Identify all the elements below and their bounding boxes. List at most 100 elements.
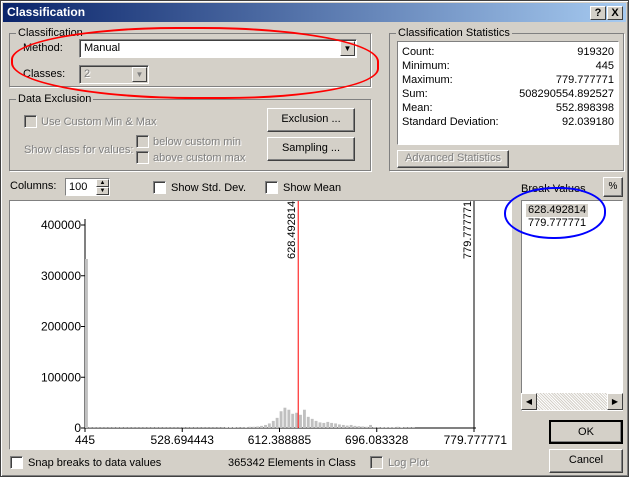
histogram-bar xyxy=(275,417,279,428)
percent-button[interactable]: % xyxy=(603,177,623,197)
show-std-dev-checkbox[interactable] xyxy=(153,181,166,194)
histogram-bar xyxy=(283,407,287,428)
y-tick-label: 200000 xyxy=(41,320,81,334)
histogram-bar xyxy=(240,427,244,428)
spin-down-icon[interactable]: ▼ xyxy=(96,187,109,195)
method-label: Method: xyxy=(23,42,63,54)
break-values-list[interactable]: 628.492814 779.777771 xyxy=(521,200,623,411)
log-plot-checkbox[interactable] xyxy=(370,456,383,469)
histogram-bar xyxy=(341,424,345,428)
histogram-bar xyxy=(252,426,256,428)
columns-spinner[interactable]: 100 ▲ ▼ xyxy=(65,178,110,196)
histogram-bar xyxy=(244,427,248,428)
histogram-bar xyxy=(236,427,240,428)
histogram-bar xyxy=(326,421,330,428)
histogram-bar xyxy=(373,427,376,428)
title-bar: Classification ? X xyxy=(3,3,626,22)
histogram-bar xyxy=(256,426,260,428)
method-dropdown[interactable]: Manual ▼ xyxy=(79,39,357,58)
histogram-bar xyxy=(306,416,310,428)
histogram-bar xyxy=(299,414,302,428)
histogram-bar xyxy=(322,422,326,428)
y-tick-label: 400000 xyxy=(41,218,81,232)
snap-breaks-label: Snap breaks to data values xyxy=(28,457,162,469)
histogram-bar xyxy=(388,427,392,428)
above-custom-max-checkbox[interactable] xyxy=(136,151,149,164)
columns-value: 100 xyxy=(69,181,88,193)
stat-row-std-dev: Standard Deviation: 92.039180 xyxy=(402,115,614,129)
break-values-title: Break Values xyxy=(521,183,586,195)
stat-label: Count: xyxy=(402,46,435,58)
x-tick-label: 779.777771 xyxy=(444,433,508,447)
histogram-bar xyxy=(357,426,361,428)
stat-label: Maximum: xyxy=(402,74,453,86)
stat-value: 508290554.892527 xyxy=(519,88,614,100)
histogram-chart[interactable]: 4000003000002000001000000445 528.694443 61… xyxy=(10,201,511,449)
stat-label: Mean: xyxy=(402,102,433,114)
snap-breaks-checkbox[interactable] xyxy=(10,456,23,469)
use-custom-label: Use Custom Min & Max xyxy=(41,116,157,128)
scroll-right-icon[interactable]: ▶ xyxy=(607,393,623,410)
histogram-bar xyxy=(334,423,338,428)
break-value-item[interactable]: 779.777771 xyxy=(526,217,588,230)
x-tick-label: 445 xyxy=(75,433,95,447)
data-exclusion-title: Data Exclusion xyxy=(16,93,94,105)
histogram-bar xyxy=(318,422,322,428)
log-plot-label: Log Plot xyxy=(388,457,429,469)
histogram-panel[interactable]: 400000 300000 200000 100000 0 445 528.694443 61… xyxy=(9,200,512,450)
show-mean-checkbox[interactable] xyxy=(265,181,278,194)
classification-group-title: Classification xyxy=(16,27,85,39)
exclusion-button[interactable]: Exclusion ... xyxy=(267,108,355,132)
columns-label: Columns: xyxy=(10,180,57,192)
break-values-scrollbar[interactable]: ◀ ▶ xyxy=(521,393,623,410)
chevron-down-icon[interactable]: ▼ xyxy=(340,41,355,56)
x-tick-label: 528.694443 xyxy=(151,433,215,447)
histogram-bar xyxy=(279,411,283,428)
histogram-bar xyxy=(291,413,295,428)
stat-value: 92.039180 xyxy=(562,116,614,128)
histogram-bar xyxy=(353,425,357,428)
help-button[interactable]: ? xyxy=(590,6,606,20)
histogram-bar xyxy=(365,426,369,428)
break-value-item[interactable]: 628.492814 xyxy=(526,204,589,217)
histogram-bar xyxy=(361,426,365,428)
scroll-left-icon[interactable]: ◀ xyxy=(521,393,537,410)
statistics-group-title: Classification Statistics xyxy=(396,27,512,39)
histogram-bar xyxy=(260,425,264,428)
x-tick-label: 696.083328 xyxy=(345,433,409,447)
ok-button[interactable]: OK xyxy=(549,420,623,444)
stat-row-maximum: Maximum: 779.777771 xyxy=(402,73,614,87)
stat-value: 779.777771 xyxy=(555,74,614,86)
y-tick-label: 100000 xyxy=(41,370,81,384)
stat-row-minimum: Minimum: 445 xyxy=(402,59,614,73)
histogram-bar xyxy=(314,420,318,428)
stat-label: Sum: xyxy=(402,88,428,100)
statistics-box: Count: 919320 Minimum: 445 Maximum: 779.… xyxy=(397,41,619,145)
histogram-bar xyxy=(396,426,400,428)
classes-value: 2 xyxy=(84,68,91,80)
histogram-bar xyxy=(232,427,236,428)
histogram-bar xyxy=(267,423,271,428)
sampling-button[interactable]: Sampling ... xyxy=(267,137,355,161)
above-custom-max-label: above custom max xyxy=(153,152,246,164)
histogram-bar xyxy=(380,427,384,428)
advanced-statistics-button[interactable]: Advanced Statistics xyxy=(397,150,509,168)
use-custom-checkbox[interactable] xyxy=(24,115,37,128)
stat-label: Standard Deviation: xyxy=(402,116,499,128)
below-custom-min-checkbox[interactable] xyxy=(136,135,149,148)
stat-value: 919320 xyxy=(577,46,614,58)
chevron-down-icon[interactable]: ▼ xyxy=(132,67,147,82)
method-value: Manual xyxy=(84,42,121,54)
classes-dropdown[interactable]: 2 ▼ xyxy=(79,65,149,84)
x-tick-label: 612.388885 xyxy=(248,433,312,447)
close-button[interactable]: X xyxy=(607,6,623,20)
histogram-bar xyxy=(225,427,229,428)
show-mean-label: Show Mean xyxy=(283,182,342,194)
cancel-button[interactable]: Cancel xyxy=(549,449,623,473)
histogram-bar xyxy=(310,418,314,428)
y-tick-label: 300000 xyxy=(41,269,81,283)
spin-up-icon[interactable]: ▲ xyxy=(96,179,109,187)
below-custom-min-label: below custom min xyxy=(153,136,242,148)
histogram-bar xyxy=(248,426,252,428)
histogram-bar xyxy=(384,427,388,428)
